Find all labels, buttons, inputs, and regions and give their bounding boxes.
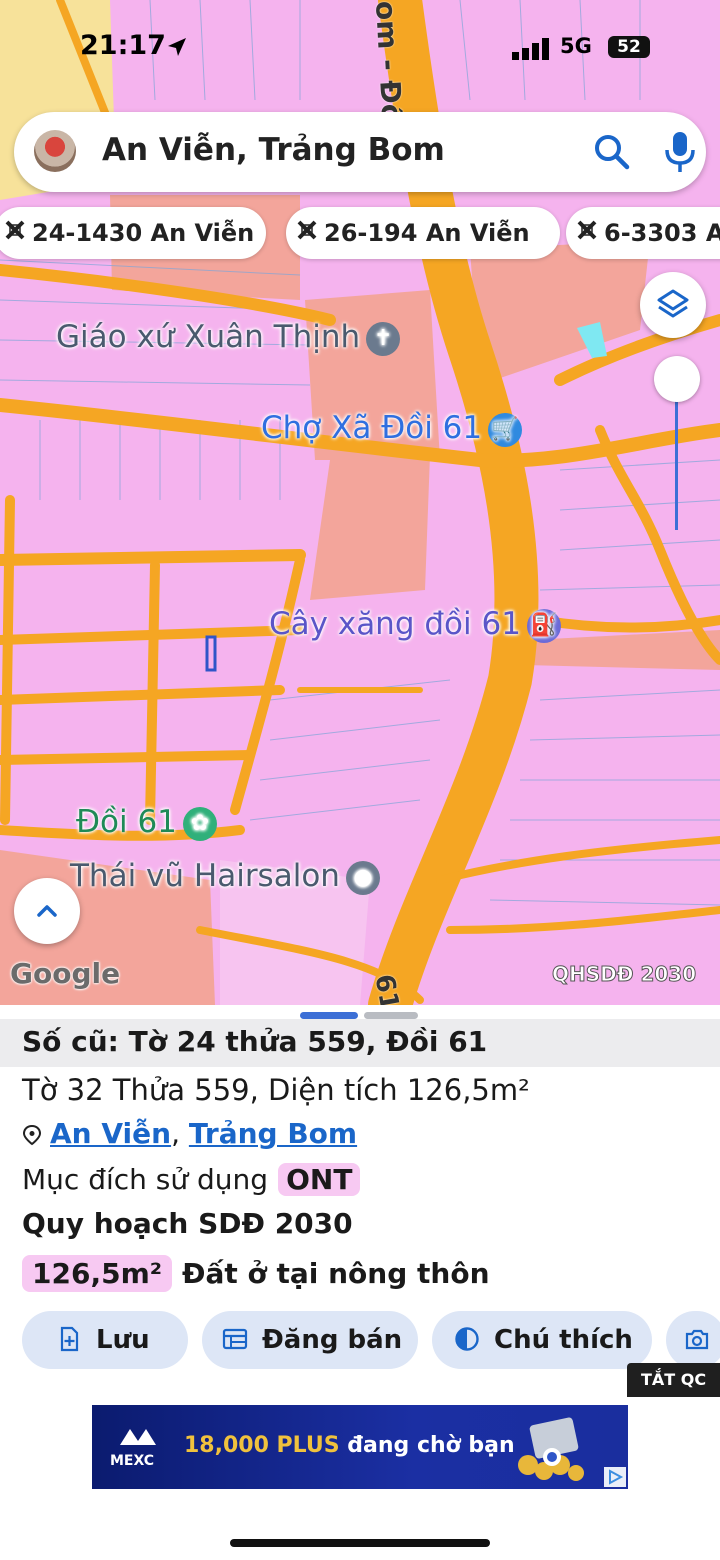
contrast-icon	[455, 1326, 479, 1351]
add-photo-button[interactable]	[666, 1311, 720, 1369]
hide-ads-button[interactable]: TẮT QC	[627, 1363, 720, 1397]
shopping-cart-icon: 🛒	[488, 412, 523, 447]
place-icon: ●	[345, 860, 380, 895]
chip-label: 6-3303 A	[604, 219, 720, 247]
flower-icon: ✿	[182, 806, 217, 841]
chip-label: 26-194 An Viễn	[324, 219, 530, 247]
post-for-sale-label: Đăng bán	[262, 1325, 403, 1355]
status-bar: 21:17 5G 52	[0, 30, 720, 70]
poi-label: Cây xăng đồi 61	[269, 606, 521, 642]
google-logo: Google	[10, 957, 121, 990]
search-icon[interactable]	[592, 132, 632, 172]
opacity-slider-track[interactable]	[675, 400, 678, 530]
poi-label: Giáo xứ Xuân Thịnh	[56, 319, 361, 355]
status-time: 21:17	[80, 30, 166, 61]
location-arrow-icon	[168, 38, 186, 56]
search-query[interactable]: An Viễn, Trảng Bom	[102, 132, 445, 168]
parcel-icon	[5, 220, 25, 240]
nearby-chip[interactable]: 6-3303 A	[566, 207, 720, 259]
treasure-chest-icon	[518, 1417, 584, 1481]
planning-title: Quy hoạch SDĐ 2030	[22, 1207, 353, 1240]
ad-text: 18,000 PLUS đang chờ bạn	[184, 1433, 515, 1458]
poi-label: Đồi 61	[76, 804, 177, 840]
mexc-logo-icon	[120, 1429, 156, 1445]
gas-station-icon: ⛽	[526, 608, 561, 643]
parcel-info: Tờ 32 Thửa 559, Diện tích 126,5m²	[22, 1073, 530, 1107]
ad-banner[interactable]: MEXC 18,000 PLUS đang chờ bạn	[92, 1405, 628, 1489]
land-use-label: Mục đích sử dụng	[22, 1163, 269, 1196]
poi-hair-salon[interactable]: Thái vũ Hairsalon ●	[70, 858, 380, 895]
signal-icon	[512, 38, 549, 60]
district-link[interactable]: Trảng Bom	[189, 1117, 357, 1150]
ad-text-rest: đang chờ bạn	[339, 1433, 515, 1458]
planning-row: 126,5m² Đất ở tại nông thôn	[22, 1255, 490, 1292]
church-icon: ✝	[366, 321, 401, 356]
land-use-row: Mục đích sử dụng ONT	[22, 1163, 361, 1196]
poi-market[interactable]: Chợ Xã Đồi 61 🛒	[261, 410, 523, 447]
ad-brand: MEXC	[110, 1453, 155, 1469]
parcel-info-sheet: Số cũ: Tờ 24 thửa 559, Đồi 61 Tờ 32 Thửa…	[0, 1005, 720, 1560]
nearby-chip[interactable]: 24-1430 An Viễn	[0, 207, 266, 259]
ad-highlight: 18,000 PLUS	[184, 1433, 340, 1458]
land-use-code-badge: ONT	[278, 1163, 361, 1196]
chevron-up-icon	[37, 905, 57, 917]
layers-icon	[657, 289, 689, 318]
legend-button[interactable]: Chú thích	[432, 1311, 652, 1369]
post-for-sale-button[interactable]: Đăng bán	[202, 1311, 418, 1369]
microphone-icon[interactable]	[660, 130, 700, 174]
poi-label: Thái vũ Hairsalon	[70, 858, 340, 894]
adchoices-icon[interactable]	[604, 1467, 626, 1487]
location-pin-icon	[22, 1124, 42, 1146]
poi-church[interactable]: Giáo xứ Xuân Thịnh ✝	[56, 319, 401, 356]
location-separator: ,	[171, 1117, 189, 1150]
listing-icon	[222, 1328, 248, 1349]
add-file-icon	[60, 1326, 79, 1351]
old-parcel-text: Số cũ: Tờ 24 thửa 559, Đồi 61	[22, 1025, 488, 1058]
planning-layer-label: QHSDĐ 2030	[551, 962, 697, 987]
expand-sheet-button[interactable]	[14, 878, 80, 944]
parcel-location: An Viễn, Trảng Bom	[22, 1117, 357, 1150]
nearby-chip[interactable]: 26-194 An Viễn	[286, 207, 560, 259]
layers-button[interactable]	[640, 272, 706, 338]
battery-indicator: 52	[608, 36, 650, 58]
poi-gas-station[interactable]: Cây xăng đồi 61 ⛽	[269, 606, 561, 643]
planning-area-badge: 126,5m²	[22, 1255, 173, 1292]
planning-type: Đất ở tại nông thôn	[182, 1257, 490, 1290]
parcel-icon	[577, 220, 597, 240]
map-view[interactable]: om - Đồ 61 21:17 5G 52 An Viễn, Trảng Bo…	[0, 0, 720, 1005]
old-parcel-row: Số cũ: Tờ 24 thửa 559, Đồi 61	[0, 1019, 720, 1067]
chip-label: 24-1430 An Viễn	[32, 219, 255, 247]
road-label-bottom: 61	[368, 972, 405, 1005]
network-type: 5G	[560, 34, 592, 58]
parcel-icon	[297, 220, 317, 240]
legend-label: Chú thích	[494, 1325, 633, 1355]
opacity-slider-handle[interactable]	[654, 356, 700, 402]
poi-hill[interactable]: Đồi 61 ✿	[76, 804, 217, 841]
avatar[interactable]	[34, 130, 76, 172]
search-bar[interactable]: An Viễn, Trảng Bom	[14, 112, 706, 192]
save-button[interactable]: Lưu	[22, 1311, 188, 1369]
camera-add-icon	[685, 1329, 709, 1349]
save-label: Lưu	[96, 1325, 150, 1355]
poi-label: Chợ Xã Đồi 61	[261, 410, 483, 446]
ward-link[interactable]: An Viễn	[50, 1117, 171, 1150]
home-indicator	[230, 1539, 490, 1547]
